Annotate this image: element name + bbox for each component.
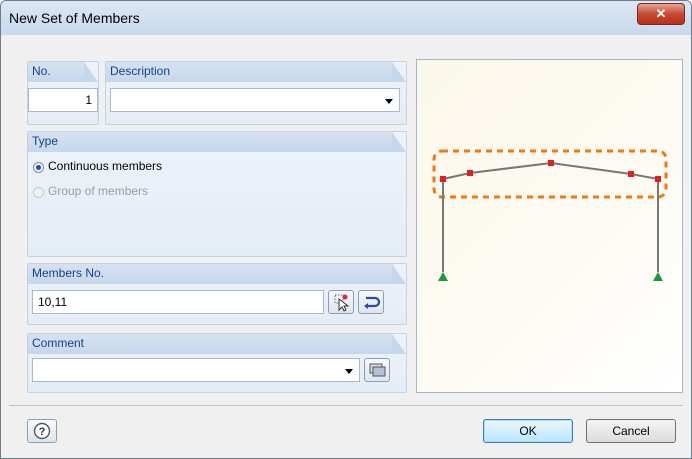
node [440, 176, 446, 182]
description-label: Description [106, 62, 406, 82]
node [467, 170, 473, 176]
description-group: Description [105, 61, 407, 125]
type-label: Type [28, 132, 406, 152]
comment-library-icon [369, 363, 386, 377]
no-group: No. 1 [27, 61, 99, 125]
title-bar: New Set of Members ✕ [1, 1, 691, 35]
no-label: No. [28, 62, 98, 82]
help-icon: ? [33, 422, 51, 440]
comment-library-button[interactable] [364, 358, 390, 382]
no-field[interactable]: 1 [28, 88, 98, 112]
continuous-members-radio[interactable] [33, 162, 44, 173]
dialog-window: New Set of Members ✕ No. 1 Description T… [0, 0, 692, 459]
group-of-members-label: Group of members [48, 184, 149, 198]
node [548, 160, 554, 166]
description-combobox[interactable] [110, 88, 400, 112]
comment-combobox[interactable] [32, 358, 360, 382]
node [628, 171, 634, 177]
dialog-body: No. 1 Description Type Continuous member… [9, 35, 683, 451]
node [655, 176, 661, 182]
chevron-down-icon [345, 369, 353, 374]
comment-label: Comment [28, 334, 406, 354]
structure-preview [416, 59, 683, 393]
support-icon [653, 272, 663, 281]
separator [9, 405, 683, 406]
pick-members-button[interactable] [328, 290, 354, 314]
dialog-title: New Set of Members [9, 10, 140, 26]
members-input[interactable]: 10,11 [32, 290, 324, 314]
group-of-members-radio [33, 187, 44, 198]
reverse-button[interactable] [358, 290, 384, 314]
members-label: Members No. [28, 264, 406, 284]
ok-button[interactable]: OK [483, 419, 573, 443]
reverse-icon [364, 296, 381, 309]
type-group: Type Continuous members Group of members [27, 131, 407, 257]
support-icon [438, 272, 448, 281]
frame-diagram [432, 149, 668, 281]
close-icon: ✕ [655, 6, 667, 21]
comment-group: Comment [27, 333, 407, 393]
chevron-down-icon [385, 99, 393, 104]
close-button[interactable]: ✕ [637, 3, 685, 25]
svg-text:?: ? [39, 426, 46, 438]
help-button[interactable]: ? [27, 419, 57, 443]
continuous-members-label[interactable]: Continuous members [48, 159, 162, 173]
pick-members-icon [334, 294, 350, 312]
members-group: Members No. 10,11 [27, 263, 407, 325]
cancel-button[interactable]: Cancel [586, 419, 676, 443]
